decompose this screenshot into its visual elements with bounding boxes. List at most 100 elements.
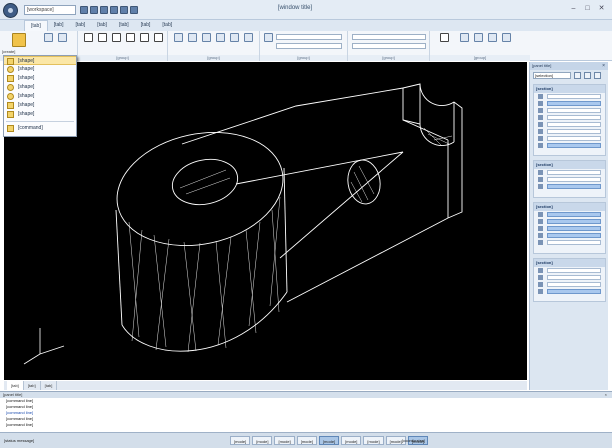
- quick-select-icon[interactable]: [574, 72, 581, 79]
- menu-item-shape[interactable]: [shape]: [4, 56, 76, 65]
- layer-icon[interactable]: [264, 33, 273, 42]
- layout-tab[interactable]: [tab]: [41, 381, 58, 390]
- grid-toggle[interactable]: [mode]: [252, 436, 273, 445]
- extrude-icon[interactable]: [58, 33, 67, 42]
- property-value[interactable]: [547, 289, 601, 294]
- property-row[interactable]: [534, 274, 605, 281]
- workspace-dropdown[interactable]: [workspace]: [24, 5, 76, 15]
- layout-tab[interactable]: [tab]: [7, 381, 24, 390]
- property-row[interactable]: [534, 232, 605, 239]
- property-value[interactable]: [547, 177, 601, 182]
- property-value[interactable]: [547, 282, 601, 287]
- line-icon[interactable]: [84, 33, 93, 42]
- ribbon-tab[interactable]: [tab]: [91, 20, 113, 31]
- linetype-dropdown[interactable]: [352, 43, 426, 49]
- property-row[interactable]: [534, 225, 605, 232]
- select-objects-icon[interactable]: [584, 72, 591, 79]
- property-value[interactable]: [547, 170, 601, 175]
- maximize-icon[interactable]: □: [583, 4, 592, 13]
- open-folder-icon[interactable]: [90, 6, 98, 14]
- property-value[interactable]: [547, 101, 601, 106]
- orbit-icon[interactable]: [488, 33, 497, 42]
- property-value[interactable]: [547, 94, 601, 99]
- layer-dropdown[interactable]: [276, 34, 342, 40]
- rectangle-icon[interactable]: [140, 33, 149, 42]
- menu-item-shape[interactable]: [shape]: [4, 74, 76, 83]
- property-value[interactable]: [547, 233, 601, 238]
- property-row[interactable]: [534, 128, 605, 135]
- drawing-canvas[interactable]: [4, 62, 527, 380]
- menu-item-shape[interactable]: [shape]: [4, 101, 76, 110]
- ribbon-tab[interactable]: [tab]: [156, 20, 178, 31]
- save-icon[interactable]: [100, 6, 108, 14]
- property-row[interactable]: [534, 218, 605, 225]
- property-row[interactable]: [534, 135, 605, 142]
- property-value[interactable]: [547, 115, 601, 120]
- visual-style-icon[interactable]: [502, 33, 511, 42]
- property-row[interactable]: [534, 114, 605, 121]
- property-value[interactable]: [547, 143, 601, 148]
- color-dropdown[interactable]: [352, 34, 426, 40]
- property-row[interactable]: [534, 100, 605, 107]
- property-value[interactable]: [547, 212, 601, 217]
- command-input[interactable]: [command line]: [0, 422, 612, 428]
- ribbon-tab[interactable]: [tab]: [69, 20, 91, 31]
- rotate-icon[interactable]: [202, 33, 211, 42]
- scale-icon[interactable]: [216, 33, 225, 42]
- property-value[interactable]: [547, 219, 601, 224]
- property-value[interactable]: [547, 275, 601, 280]
- move-icon[interactable]: [174, 33, 183, 42]
- menu-item-shape[interactable]: [shape]: [4, 83, 76, 92]
- trim-icon[interactable]: [230, 33, 239, 42]
- view-icon[interactable]: [440, 33, 449, 42]
- menu-item-shape[interactable]: [shape]: [4, 92, 76, 101]
- menu-item-footer[interactable]: [command]: [4, 124, 76, 133]
- property-value[interactable]: [547, 136, 601, 141]
- pickadd-icon[interactable]: [594, 72, 601, 79]
- ribbon-tab[interactable]: [tab]: [135, 20, 157, 31]
- circle-icon[interactable]: [98, 33, 107, 42]
- otrack-toggle[interactable]: [mode]: [341, 436, 362, 445]
- new-file-icon[interactable]: [80, 6, 88, 14]
- snap-toggle[interactable]: [mode]: [230, 436, 251, 445]
- polar-toggle[interactable]: [mode]: [296, 436, 317, 445]
- ortho-toggle[interactable]: [mode]: [274, 436, 295, 445]
- zoom-icon[interactable]: [460, 33, 469, 42]
- arc-icon[interactable]: [112, 33, 121, 42]
- property-value[interactable]: [547, 108, 601, 113]
- property-row[interactable]: [534, 176, 605, 183]
- property-row[interactable]: [534, 169, 605, 176]
- box-icon[interactable]: [44, 33, 53, 42]
- selection-dropdown[interactable]: [selection]: [533, 72, 571, 79]
- close-icon[interactable]: ✕: [597, 4, 606, 13]
- layer-state-dropdown[interactable]: [276, 43, 342, 49]
- undo-icon[interactable]: [120, 6, 128, 14]
- ribbon-tab[interactable]: [tab]: [48, 20, 70, 31]
- property-value[interactable]: [547, 240, 601, 245]
- property-row[interactable]: [534, 288, 605, 295]
- redo-icon[interactable]: [130, 6, 138, 14]
- property-row[interactable]: [534, 267, 605, 274]
- solid-primitive-icon[interactable]: [12, 33, 26, 47]
- ribbon-tab[interactable]: [tab]: [24, 20, 48, 31]
- app-orb-icon[interactable]: [3, 3, 18, 18]
- menu-item-shape[interactable]: [shape]: [4, 110, 76, 119]
- ducs-toggle[interactable]: [mode]: [363, 436, 384, 445]
- property-row[interactable]: [534, 183, 605, 190]
- property-value[interactable]: [547, 129, 601, 134]
- property-row[interactable]: [534, 107, 605, 114]
- close-icon[interactable]: ×: [605, 392, 607, 398]
- property-row[interactable]: [534, 93, 605, 100]
- layout-tab[interactable]: [tab]: [24, 381, 41, 390]
- property-row[interactable]: [534, 142, 605, 149]
- copy-icon[interactable]: [188, 33, 197, 42]
- property-row[interactable]: [534, 239, 605, 246]
- fillet-icon[interactable]: [244, 33, 253, 42]
- hatch-icon[interactable]: [154, 33, 163, 42]
- property-value[interactable]: [547, 268, 601, 273]
- property-row[interactable]: [534, 211, 605, 218]
- property-row[interactable]: [534, 281, 605, 288]
- osnap-toggle[interactable]: [mode]: [318, 436, 340, 445]
- ribbon-tab[interactable]: [tab]: [113, 20, 135, 31]
- pin-icon[interactable]: ×: [602, 62, 605, 70]
